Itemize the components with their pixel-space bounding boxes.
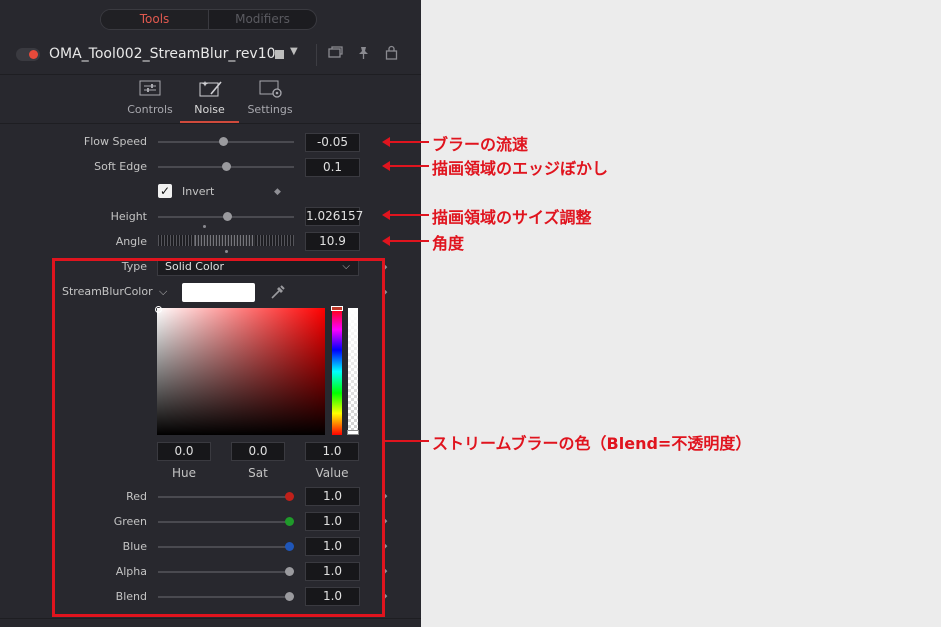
default-marker — [225, 250, 228, 253]
tools-modifiers-switch: Tools Modifiers — [100, 9, 317, 30]
annotation-height: 描画領域のサイズ調整 — [432, 208, 592, 227]
annotation-arrow-line — [421, 165, 429, 167]
color-square-icon[interactable] — [275, 50, 284, 59]
flow-speed-label: Flow Speed — [83, 135, 147, 148]
annotation-flow-speed: ブラーの流速 — [432, 135, 529, 154]
tool-name: OMA_Tool002_StreamBlur_rev10 — [49, 46, 276, 62]
flow-speed-value[interactable]: -0.05 — [305, 133, 360, 152]
sliders-icon — [139, 80, 161, 96]
tool-enable-toggle[interactable] — [16, 48, 40, 61]
flow-speed-knob[interactable] — [219, 137, 228, 146]
lock-icon[interactable] — [385, 45, 398, 64]
default-marker — [203, 225, 206, 228]
tools-tab[interactable]: Tools — [101, 10, 209, 29]
color-section-highlight — [52, 258, 385, 617]
chevron-down-icon[interactable]: ▼ — [290, 46, 298, 57]
invert-label: Invert — [182, 185, 215, 198]
annotation-arrow-line — [421, 240, 429, 242]
tab-noise[interactable]: Noise — [180, 103, 239, 116]
angle-label: Angle — [115, 235, 147, 248]
tab-settings[interactable]: Settings — [240, 103, 300, 116]
height-label: Height — [110, 210, 147, 223]
soft-edge-value[interactable]: 0.1 — [305, 158, 360, 177]
height-value[interactable]: 1.026157 — [305, 207, 363, 226]
annotation-color: ストリームブラーの色（Blend=不透明度） — [432, 434, 752, 453]
angle-value[interactable]: 10.9 — [305, 232, 360, 251]
annotation-soft-edge: 描画領域のエッジぼかし — [432, 159, 609, 178]
versions-icon[interactable] — [328, 46, 343, 63]
annotation-arrow-line — [388, 240, 421, 242]
wand-icon — [199, 80, 222, 97]
pin-icon[interactable] — [357, 46, 370, 64]
annotation-arrow-line — [388, 165, 421, 167]
annotation-arrow-line — [388, 141, 421, 143]
inspector-panel: Tools Modifiers OMA_Tool002_StreamBlur_r… — [0, 0, 421, 627]
annotation-arrow-line — [385, 440, 421, 442]
tabs-bottom-border — [0, 123, 421, 124]
annotation-arrow-line — [421, 440, 429, 442]
tab-controls[interactable]: Controls — [120, 103, 180, 116]
gear-icon — [259, 80, 282, 98]
height-knob[interactable] — [223, 212, 232, 221]
angle-thumbwheel-highlight — [195, 235, 255, 246]
annotation-arrow-line — [421, 141, 429, 143]
header-divider — [316, 44, 317, 66]
panel-bottom-divider — [0, 618, 421, 619]
invert-checkbox[interactable]: ✓ — [158, 184, 172, 198]
annotation-arrow-line — [421, 214, 429, 216]
soft-edge-label: Soft Edge — [94, 160, 147, 173]
annotation-arrow-line — [388, 214, 421, 216]
annotation-angle: 角度 — [432, 234, 465, 253]
modifiers-tab[interactable]: Modifiers — [209, 10, 316, 29]
tabs-top-border — [0, 74, 421, 75]
keyframe-diamond-icon[interactable]: ◆ — [274, 187, 281, 197]
soft-edge-knob[interactable] — [222, 162, 231, 171]
